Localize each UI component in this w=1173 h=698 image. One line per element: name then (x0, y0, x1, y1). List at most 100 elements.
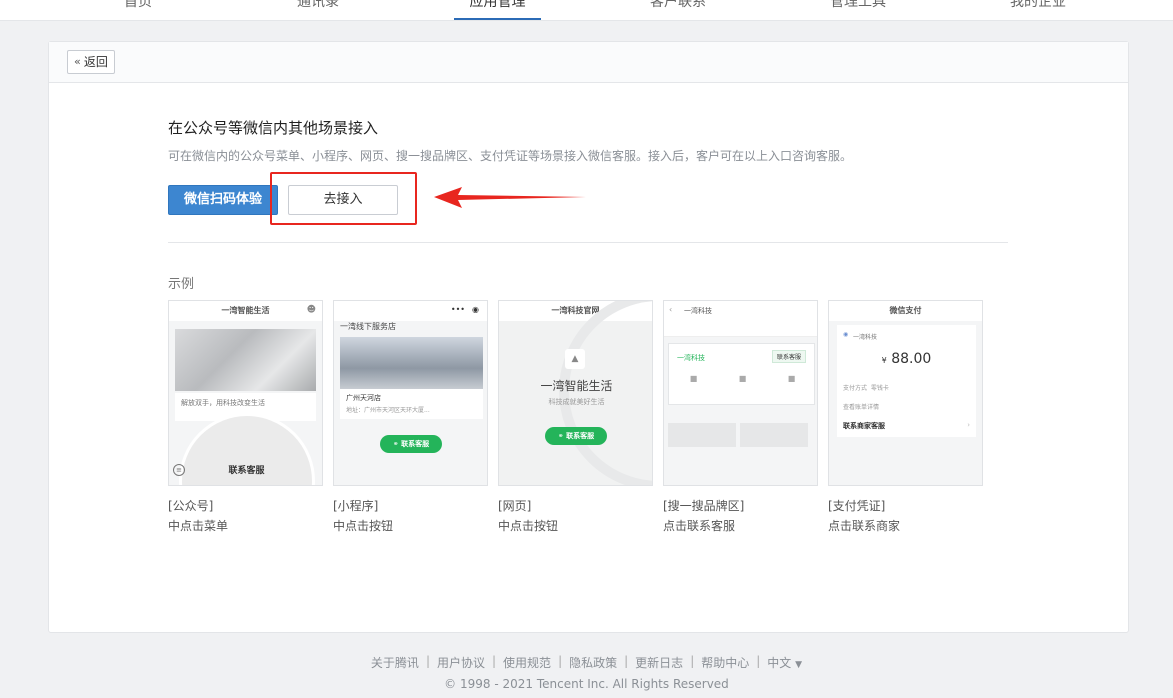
footer-separator: | (492, 654, 497, 668)
more-icon: ••• (450, 305, 465, 314)
top-nav: 首页 通讯录 应用管理 客户联系 管理工具 我的企业 (0, 0, 1173, 21)
page-title: 在公众号等微信内其他场景接入 (168, 119, 379, 137)
nav-item-management-tools[interactable]: 管理工具 (820, 0, 896, 20)
example-card-mini-program: ••• ◉ 一湾线下服务店 广州天河店 地址：广州市天河区天环大厦... ⚭ 联… (333, 300, 488, 534)
nav-item-contacts[interactable]: 通讯录 (284, 0, 352, 20)
divider (168, 242, 1008, 243)
example-thumbnail: 一湾智能生活 ☻ 解放双手，用科技改变生活 联系客服 ≡ (168, 300, 323, 486)
robot-vacuum-image (175, 329, 316, 391)
thumb-merchant: 一湾科技 (853, 334, 878, 341)
example-thumbnail: 微信支付 ◉ 一湾科技 ¥ 88.00 支付方式 零钱卡 查看账单详情 联系商家… (828, 300, 983, 486)
thumb-row1-value: 零钱卡 (870, 385, 889, 392)
double-chevron-left-icon: ‹‹ (74, 55, 81, 68)
examples-label: 示例 (168, 277, 195, 292)
thumb-row3: 联系商家客服 (843, 422, 885, 430)
thumb-title: 一湾科技 (684, 307, 712, 315)
caret-down-icon: ▼ (795, 660, 803, 670)
panel-header: ‹‹ 返回 (49, 42, 1128, 83)
thumb-slogan: 科技成就美好生活 (548, 398, 605, 406)
thumb-tabs (664, 321, 817, 337)
nav-item-app-management[interactable]: 应用管理 (454, 0, 541, 20)
back-arrow-icon: ‹ (669, 305, 673, 314)
language-label: 中文 (767, 656, 792, 670)
footer-separator: | (756, 654, 761, 668)
store-info: 广州天河店 地址：广州市天河区天环大厦... (340, 389, 483, 419)
footer-link-rules[interactable]: 使用规范 (503, 654, 551, 671)
example-thumbnail: ‹ 一湾科技 一湾科技 联系客服 ■ ■ ■ (663, 300, 818, 486)
nav-item-customer-contact[interactable]: 客户联系 (640, 0, 716, 20)
footer-link-about[interactable]: 关于腾讯 (371, 654, 419, 671)
thumb-contact-button: ⚭ 联系客服 (380, 435, 442, 453)
footer: 关于腾讯 | 用户协议 | 使用规范 | 隐私政策 | 更新日志 | 帮助中心 | 中文 ▼… (0, 654, 1173, 691)
service-icon: ■ (787, 374, 796, 383)
placeholder-card (740, 423, 808, 447)
example-caption-2: 中点击菜单 (168, 519, 229, 533)
thumb-store: 广州天河店 (346, 394, 381, 402)
footer-separator: | (425, 654, 430, 668)
copyright: © 1998 - 2021 Tencent Inc. All Rights Re… (444, 677, 729, 691)
thumb-title: 一湾智能生活 (169, 301, 322, 321)
store-image (340, 337, 483, 389)
page-description: 可在微信内的公众号菜单、小程序、网页、搜一搜品牌区、支付凭证等场景接入微信客服。… (168, 149, 853, 163)
thumb-button: 联系客服 (566, 432, 595, 440)
shop-icon: ■ (689, 374, 698, 383)
annotation-highlight-box (270, 172, 417, 225)
example-thumbnail: ••• ◉ 一湾线下服务店 广州天河店 地址：广州市天河区天环大厦... ⚭ 联… (333, 300, 488, 486)
headset-icon: ⚭ (557, 432, 564, 440)
example-caption-2: 中点击按钮 (333, 519, 394, 533)
example-card-official-account: 一湾智能生活 ☻ 解放双手，用科技改变生活 联系客服 ≡ [公众号] 中点击菜单 (168, 300, 323, 534)
currency-symbol: ¥ (881, 356, 887, 365)
brand-actions: ■ ■ ■ (669, 374, 816, 398)
thumb-brand: 一湾科技 (677, 354, 705, 362)
thumb-topbar: ‹ 一湾科技 (664, 301, 817, 321)
footer-separator: | (690, 654, 695, 668)
thumb-title: 微信支付 (829, 301, 982, 321)
example-thumbnail: 一湾科技官网 ▲ 一湾智能生活 科技成就美好生活 ⚭ 联系客服 (498, 300, 653, 486)
example-card-search-brand: ‹ 一湾科技 一湾科技 联系客服 ■ ■ ■ [搜一搜品牌区] 点击联系客服 (663, 300, 818, 534)
footer-link-agreement[interactable]: 用户协议 (437, 654, 485, 671)
back-button[interactable]: ‹‹ 返回 (67, 50, 115, 74)
footer-link-help[interactable]: 帮助中心 (701, 654, 749, 671)
amount: ¥ 88.00 (837, 351, 976, 367)
keyboard-icon: ≡ (173, 464, 185, 476)
thumb-contact-button: ⚭ 联系客服 (545, 427, 607, 445)
footer-link-changelog[interactable]: 更新日志 (635, 654, 683, 671)
row-pay-method: 支付方式 零钱卡 (843, 383, 889, 392)
thumb-button: 联系客服 (771, 350, 806, 363)
close-circle-icon: ◉ (472, 305, 479, 314)
footer-links: 关于腾讯 | 用户协议 | 使用规范 | 隐私政策 | 更新日志 | 帮助中心 | 中文 ▼ (0, 654, 1173, 671)
thumb-row2: 查看账单详情 (843, 404, 880, 411)
thumb-addr: 地址：广州市天河区天环大厦... (346, 407, 430, 414)
thumb-brand: 一湾智能生活 (540, 379, 613, 393)
brand-box: 一湾科技 联系客服 ■ ■ ■ (668, 343, 815, 405)
example-caption-1: [支付凭证] (828, 499, 886, 513)
logo-icon: ▲ (565, 349, 585, 369)
nav-item-my-enterprise[interactable]: 我的企业 (998, 0, 1078, 20)
person-icon: ☻ (306, 305, 316, 315)
example-caption-2: 点击联系客服 (663, 519, 736, 533)
chevron-right-icon: › (967, 421, 970, 429)
example-caption-1: [网页] (498, 499, 532, 513)
thumb-row1: 支付方式 (843, 385, 868, 392)
example-caption-1: [搜一搜品牌区] (663, 499, 745, 513)
thumb-button: 联系客服 (228, 466, 265, 476)
example-caption-1: [公众号] (168, 499, 214, 513)
example-caption-1: [小程序] (333, 499, 379, 513)
footer-separator: | (624, 654, 629, 668)
headset-icon: ⚭ (392, 440, 399, 448)
product-icon: ■ (738, 374, 747, 383)
annotation-arrow-icon (434, 187, 586, 208)
wechat-scan-trial-button[interactable]: 微信扫码体验 (168, 185, 278, 215)
footer-link-privacy[interactable]: 隐私政策 (569, 654, 617, 671)
thumb-topbar: ••• ◉ (334, 301, 487, 321)
back-button-label: 返回 (83, 55, 108, 69)
placeholder-card (668, 423, 736, 447)
thumb-button: 联系客服 (401, 440, 430, 448)
merchant-icon: ◉ (843, 331, 849, 338)
examples-list: 一湾智能生活 ☻ 解放双手，用科技改变生活 联系客服 ≡ [公众号] 中点击菜单 (168, 300, 998, 540)
receipt-box: ◉ 一湾科技 ¥ 88.00 支付方式 零钱卡 查看账单详情 联系商家客服 › (837, 325, 976, 437)
thumb-title: 一湾线下服务店 (340, 322, 396, 331)
example-card-webpage: 一湾科技官网 ▲ 一湾智能生活 科技成就美好生活 ⚭ 联系客服 [网页] 中点击… (498, 300, 653, 534)
language-selector[interactable]: 中文 ▼ (767, 654, 802, 671)
nav-item-home[interactable]: 首页 (108, 0, 168, 20)
